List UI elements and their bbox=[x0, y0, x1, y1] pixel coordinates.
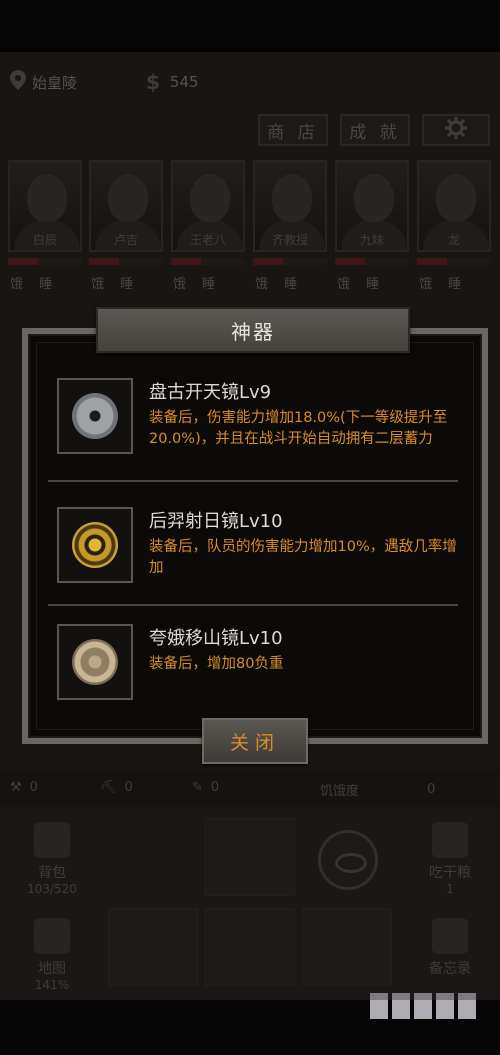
artifact-name: 盘古开天镜Lv9 bbox=[149, 382, 272, 403]
silver-mirror-icon bbox=[72, 393, 118, 439]
artifact-thumb bbox=[57, 378, 133, 454]
artifact-description: 装备后，队员的伤害能力增加10%，遇敌几率增加 bbox=[149, 539, 457, 576]
item-divider bbox=[48, 480, 458, 482]
close-button[interactable]: 关闭 bbox=[202, 718, 308, 764]
bronze-mirror-icon bbox=[72, 639, 118, 685]
artifact-name: 后羿射日镜Lv10 bbox=[149, 511, 283, 532]
artifact-description: 装备后，增加80负重 bbox=[149, 656, 284, 672]
artifact-thumb bbox=[57, 507, 133, 583]
dialog-title-plate: 神器 bbox=[96, 307, 410, 353]
golden-sun-mirror-icon bbox=[72, 522, 118, 568]
artifact-description: 装备后，伤害能力增加18.0%(下一等级提升至20.0%)，并且在战斗开始自动拥… bbox=[149, 410, 448, 447]
item-divider bbox=[48, 604, 458, 606]
artifact-thumb bbox=[57, 624, 133, 700]
dialog-title: 神器 bbox=[231, 319, 275, 344]
close-button-label: 关闭 bbox=[229, 731, 280, 754]
top-black-bar bbox=[0, 0, 500, 52]
artifact-name: 夸娥移山镜Lv10 bbox=[149, 628, 283, 649]
